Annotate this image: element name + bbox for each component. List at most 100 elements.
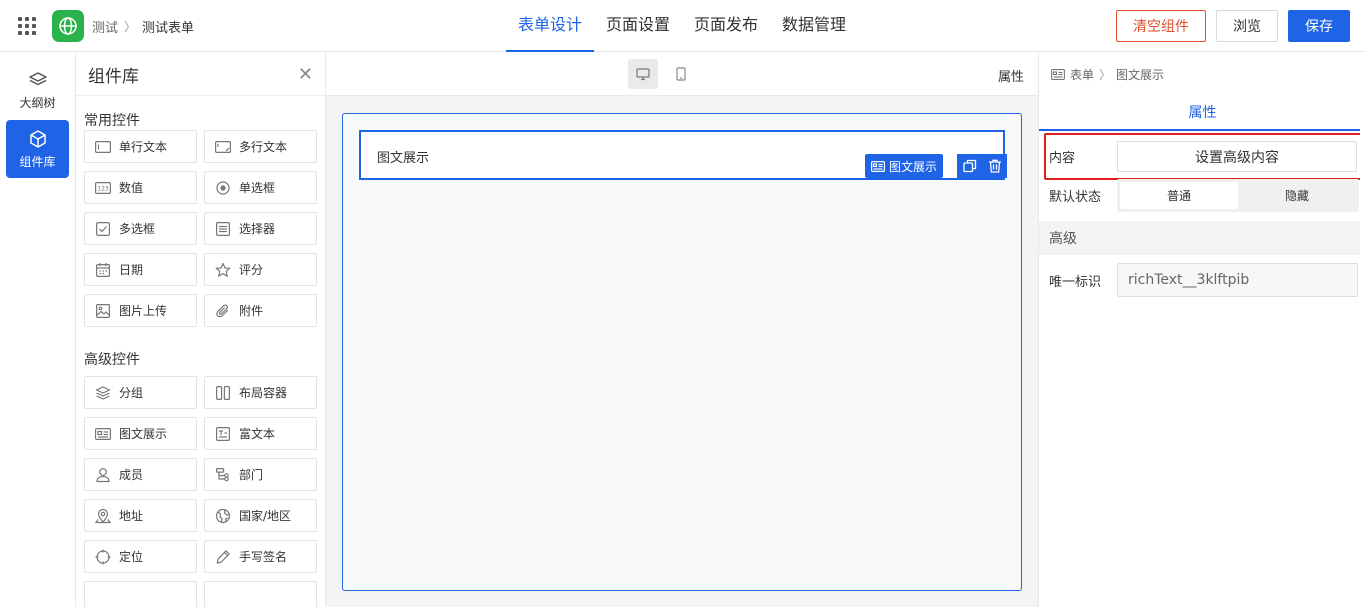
scrollbar[interactable] — [1360, 53, 1366, 607]
rail-item-label: 大纲树 — [19, 95, 56, 110]
preview-button[interactable]: 浏览 — [1216, 10, 1278, 42]
library-title: 组件库 — [88, 66, 139, 87]
component-attachment[interactable]: 附件 — [204, 294, 317, 327]
form-canvas[interactable]: 图文展示 图文展示 — [342, 113, 1022, 591]
component-positioning[interactable]: 定位 — [84, 540, 197, 573]
close-icon[interactable]: ✕ — [298, 64, 313, 85]
advanced-components-grid: 分组 布局容器 图文展示 富文本 成员 部门 地址 国家/地区 定位 手写签名 — [76, 376, 325, 607]
save-button[interactable]: 保存 — [1288, 10, 1350, 42]
content-label: 内容 — [1049, 151, 1076, 166]
properties-breadcrumb: 表单 〉 图文展示 — [1039, 53, 1366, 95]
component-label: 附件 — [239, 304, 264, 318]
chevron-right-icon: 〉 — [1099, 67, 1112, 82]
properties-panel: 表单 〉 图文展示 属性 内容 设置高级内容 默认状态 普通 隐藏 高级 唯一标… — [1038, 53, 1366, 607]
copy-icon[interactable] — [962, 159, 977, 173]
breadcrumb-form-link[interactable]: 表单 — [1070, 66, 1094, 83]
common-components-grid: 单行文本 多行文本 123 数值 单选框 多选框 选择器 日期 评分 图片上传 … — [76, 130, 325, 327]
component-label: 日期 — [119, 263, 144, 277]
advanced-section-header[interactable]: 高级 — [1039, 221, 1366, 255]
layers-icon — [28, 71, 47, 85]
location-icon — [95, 508, 111, 524]
component-label: 数值 — [119, 181, 144, 195]
rail-item-label: 组件库 — [19, 154, 56, 169]
user-icon — [95, 467, 111, 483]
component-label: 多选框 — [119, 222, 156, 236]
group-icon — [95, 385, 111, 401]
app-logo-globe-icon — [52, 10, 84, 42]
canvas-toolbar: 属性 — [326, 53, 1038, 96]
rail-item-component-library[interactable]: 组件库 — [6, 120, 69, 178]
component-address[interactable]: 地址 — [84, 499, 197, 532]
cube-icon — [29, 129, 46, 148]
tab-form-design[interactable]: 表单设计 — [506, 0, 595, 52]
calendar-icon — [95, 262, 111, 278]
number-icon: 123 — [95, 180, 111, 196]
component-single-line-text[interactable]: 单行文本 — [84, 130, 197, 163]
component-member[interactable]: 成员 — [84, 458, 197, 491]
component-radio[interactable]: 单选框 — [204, 171, 317, 204]
select-icon — [215, 221, 231, 237]
clear-components-button[interactable]: 清空组件 — [1116, 10, 1206, 42]
component-label: 富文本 — [239, 427, 276, 441]
selected-form-item[interactable]: 图文展示 图文展示 — [359, 130, 1007, 180]
component-signature[interactable]: 手写签名 — [204, 540, 317, 573]
trash-icon[interactable] — [988, 159, 1002, 173]
component-label: 手写签名 — [239, 550, 288, 564]
component-type-tag[interactable]: 图文展示 — [865, 154, 944, 178]
component-rich-text[interactable]: 富文本 — [204, 417, 317, 450]
component-label: 多行文本 — [239, 140, 288, 154]
tab-properties[interactable]: 属性 — [1189, 102, 1217, 122]
component-department[interactable]: 部门 — [204, 458, 317, 491]
component-label: 地址 — [119, 509, 144, 523]
component-rating[interactable]: 评分 — [204, 253, 317, 286]
multi-line-text-icon — [215, 139, 231, 155]
top-actions: 清空组件 浏览 保存 — [1116, 10, 1350, 42]
component-select[interactable]: 选择器 — [204, 212, 317, 245]
breadcrumb-app[interactable]: 测试 — [92, 17, 118, 36]
component-image-text[interactable]: 图文展示 — [84, 417, 197, 450]
set-advanced-content-button[interactable]: 设置高级内容 — [1117, 141, 1357, 172]
component-partial-hidden[interactable] — [204, 581, 317, 607]
state-option-hidden[interactable]: 隐藏 — [1238, 182, 1356, 209]
rail-item-outline-tree[interactable]: 大纲树 — [6, 61, 69, 119]
tab-data-management[interactable]: 数据管理 — [770, 0, 858, 52]
component-group[interactable]: 分组 — [84, 376, 197, 409]
department-icon — [215, 467, 231, 483]
desktop-view-button[interactable] — [628, 59, 658, 89]
breadcrumb: 测试 〉 测试表单 — [92, 17, 194, 36]
component-type-label: 图文展示 — [889, 159, 938, 174]
properties-toggle[interactable]: 属性 — [998, 66, 1024, 85]
layout-icon — [215, 385, 231, 401]
prop-row-default-state: 默认状态 普通 隐藏 — [1039, 178, 1366, 212]
form-item-label: 图文展示 — [377, 151, 430, 166]
left-rail: 大纲树 组件库 — [0, 53, 76, 607]
state-option-normal[interactable]: 普通 — [1120, 181, 1238, 209]
unique-id-field[interactable]: richText__3klftpib — [1117, 263, 1358, 297]
tab-page-publish[interactable]: 页面发布 — [682, 0, 770, 52]
mobile-view-button[interactable] — [666, 59, 696, 89]
component-multi-line-text[interactable]: 多行文本 — [204, 130, 317, 163]
component-label: 成员 — [119, 468, 144, 482]
apps-grid-icon[interactable] — [18, 17, 36, 35]
form-icon — [1051, 68, 1065, 80]
component-date[interactable]: 日期 — [84, 253, 197, 286]
component-checkbox[interactable]: 多选框 — [84, 212, 197, 245]
unique-id-label: 唯一标识 — [1049, 274, 1102, 290]
component-layout-container[interactable]: 布局容器 — [204, 376, 317, 409]
component-partial-hidden[interactable] — [84, 581, 197, 607]
library-header: 组件库 ✕ — [76, 53, 325, 96]
component-image-upload[interactable]: 图片上传 — [84, 294, 197, 327]
breadcrumb-form: 测试表单 — [142, 21, 195, 36]
component-country-region[interactable]: 国家/地区 — [204, 499, 317, 532]
chevron-right-icon: 〉 — [124, 20, 137, 34]
component-label: 图片上传 — [119, 304, 168, 318]
component-label: 国家/地区 — [239, 509, 292, 523]
component-library-panel: 组件库 ✕ 常用控件 单行文本 多行文本 123 数值 单选框 多选框 选择器 — [76, 53, 326, 607]
component-label: 定位 — [119, 550, 144, 564]
component-label: 单选框 — [239, 181, 276, 195]
component-number[interactable]: 123 数值 — [84, 171, 197, 204]
tab-page-settings[interactable]: 页面设置 — [594, 0, 682, 52]
star-icon — [215, 262, 231, 278]
component-label: 布局容器 — [239, 386, 288, 400]
pen-icon — [215, 549, 231, 565]
